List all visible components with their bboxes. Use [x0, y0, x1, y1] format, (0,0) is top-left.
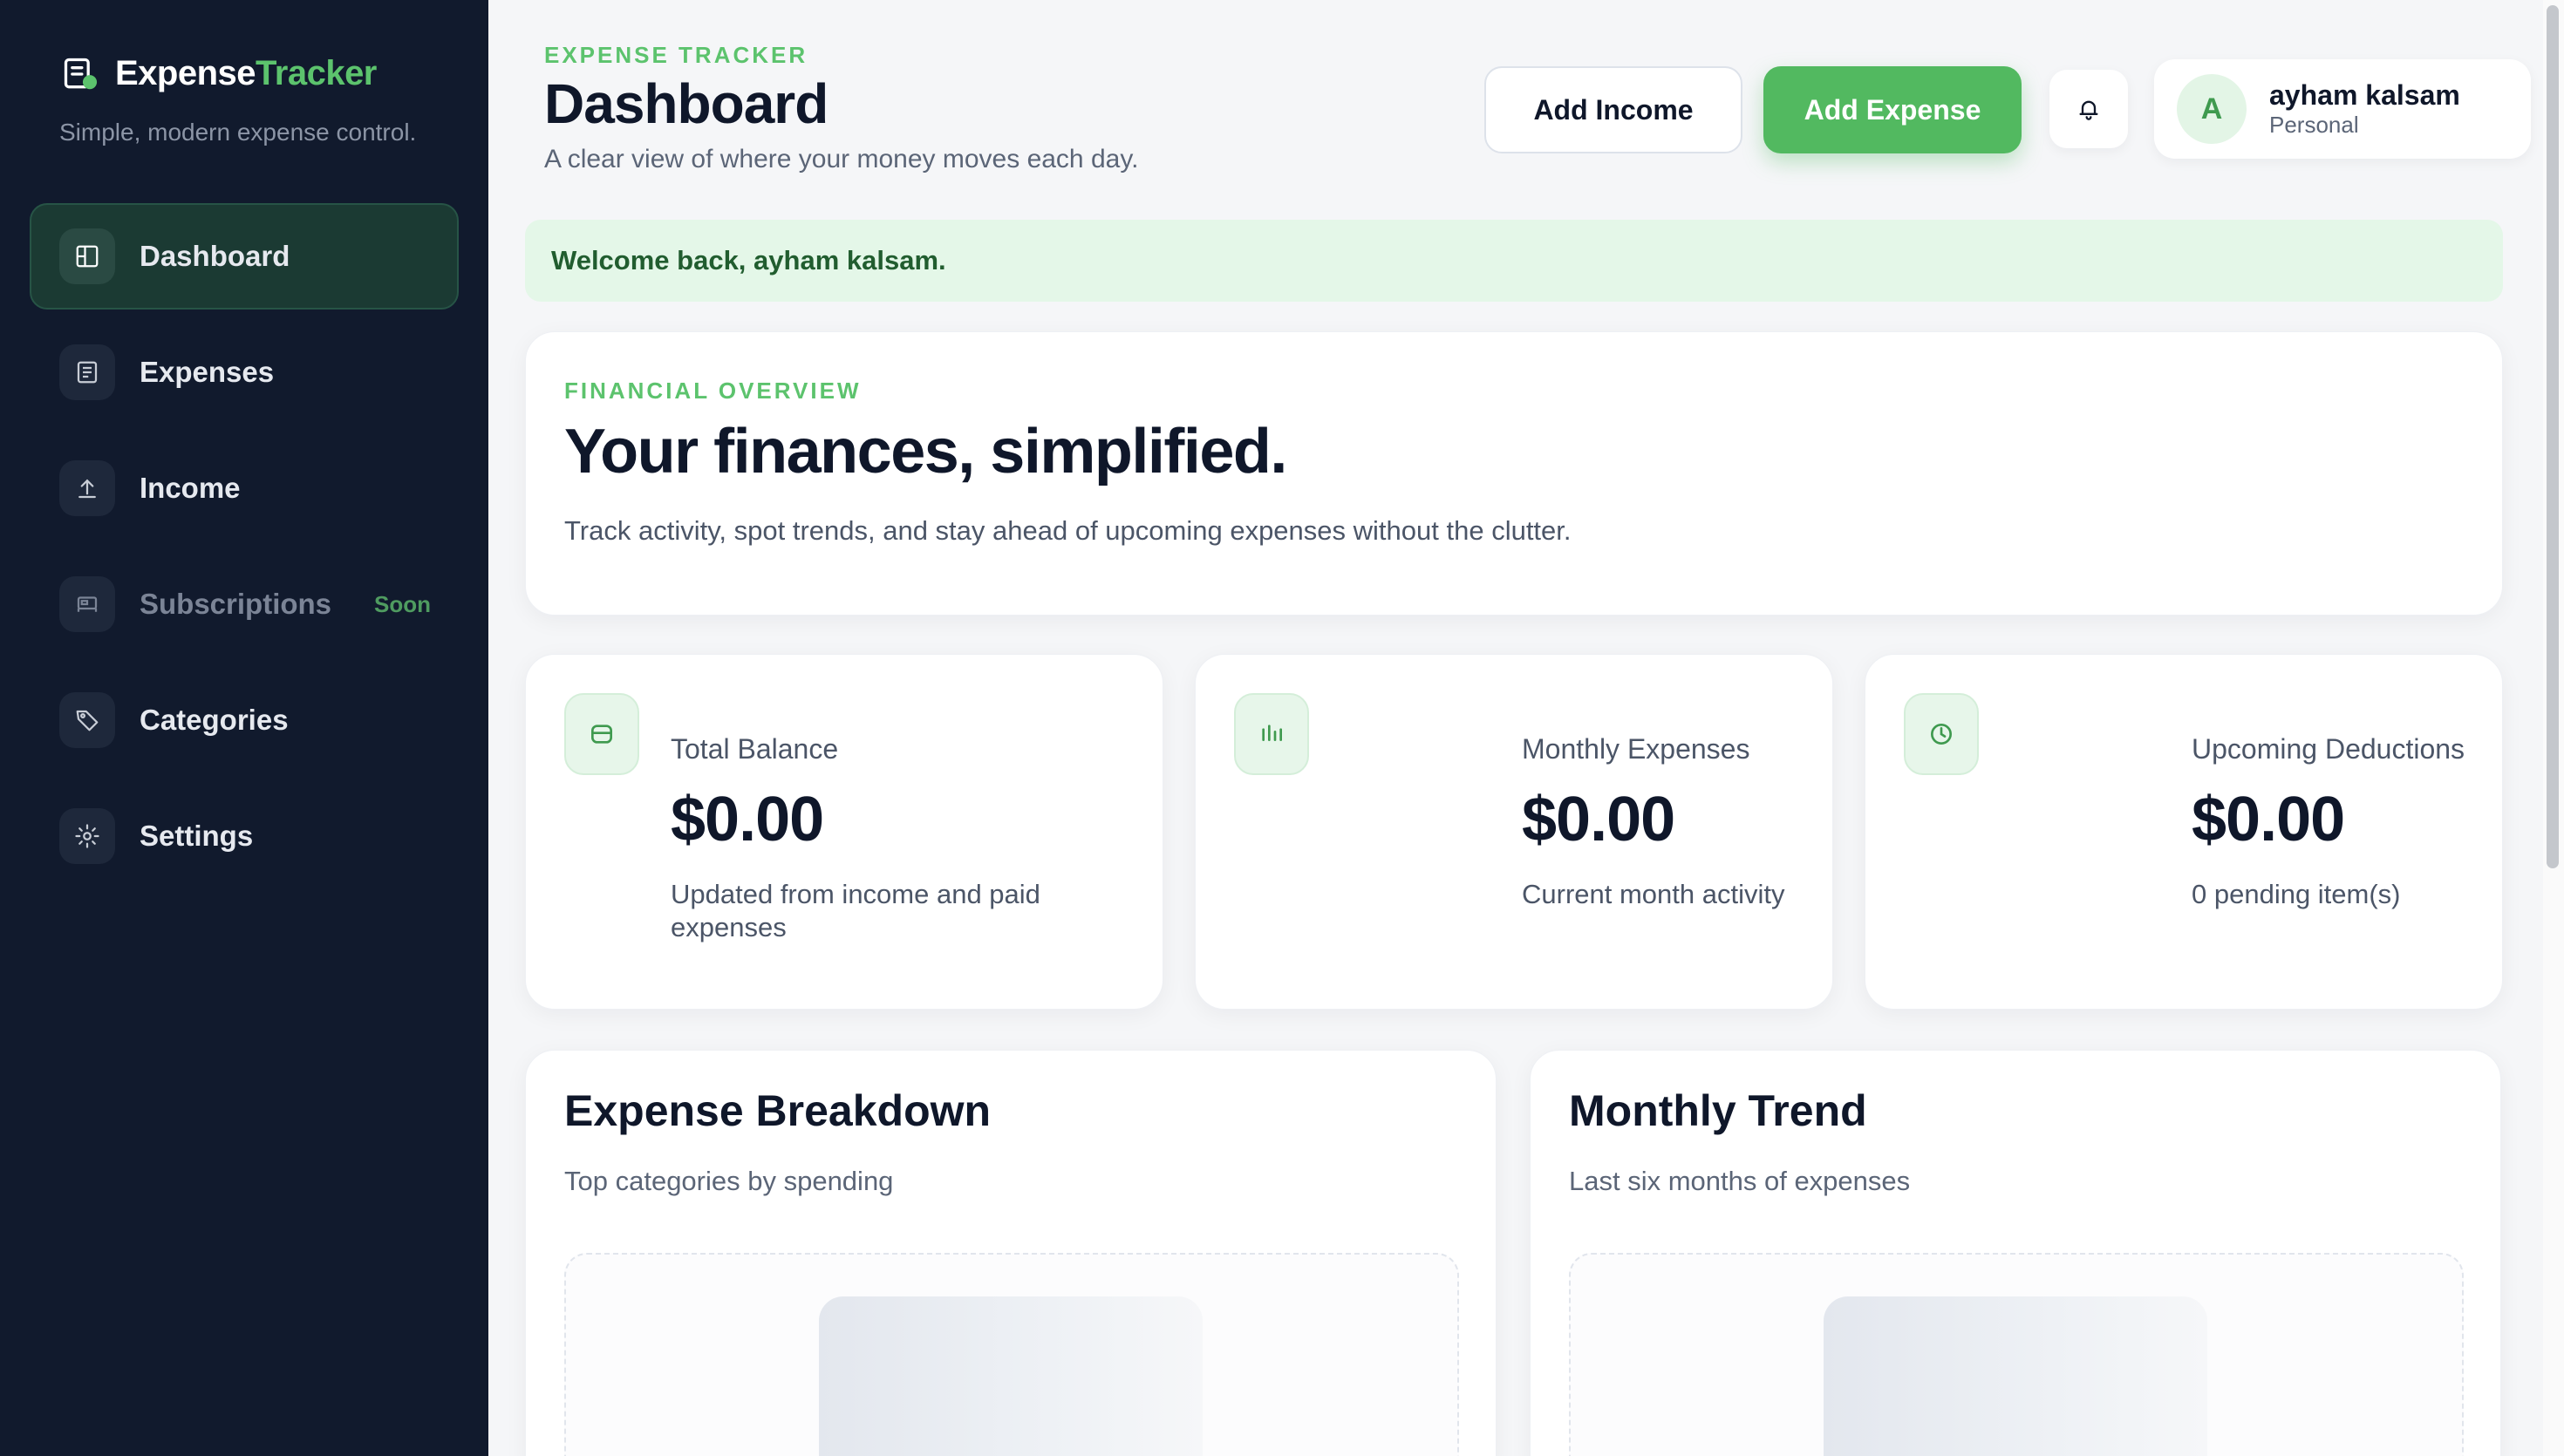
sidebar-item-label: Subscriptions [140, 588, 332, 620]
stat-note: Updated from income and paid expenses [671, 879, 1040, 942]
stat-card-upcoming-deductions: Upcoming Deductions $0.00 0 pending item… [1865, 654, 2503, 1010]
panel-subtitle: Top categories by spending [564, 1166, 894, 1196]
add-income-button[interactable]: Add Income [1484, 66, 1742, 153]
user-profile-menu[interactable]: A ayham kalsam Personal [2154, 59, 2531, 159]
overview-text: Track activity, spot trends, and stay ah… [564, 515, 1572, 546]
sidebar-item-income[interactable]: Income [30, 435, 459, 541]
chart-placeholder [564, 1253, 1459, 1456]
stat-note: Current month activity [1522, 879, 1785, 909]
sidebar-nav: Dashboard Expenses Income Subscriptions … [30, 203, 459, 899]
sidebar-item-categories[interactable]: Categories [30, 667, 459, 773]
monthly-trend-card: Monthly Trend Last six months of expense… [1530, 1050, 2501, 1456]
brand-name: ExpenseTracker [115, 54, 377, 92]
scrollbar-thumb[interactable] [2547, 5, 2559, 868]
sidebar: ExpenseTracker Simple, modern expense co… [0, 0, 488, 1456]
main-content: EXPENSE TRACKER Dashboard A clear view o… [488, 0, 2540, 1456]
overview-headline: Your finances, simplified. [564, 417, 1287, 486]
receipt-logo-icon [64, 58, 98, 89]
add-expense-button[interactable]: Add Expense [1763, 66, 2022, 153]
sidebar-item-expenses[interactable]: Expenses [30, 319, 459, 425]
panel-title: Monthly Trend [1569, 1086, 1867, 1135]
sidebar-item-label: Categories [140, 704, 289, 736]
user-role: Personal [2269, 112, 2359, 138]
stat-label: Total Balance [671, 733, 839, 765]
stat-label: Upcoming Deductions [2192, 733, 2465, 765]
loading-skeleton [819, 1296, 1203, 1456]
sidebar-item-settings[interactable]: Settings [30, 783, 459, 889]
loading-skeleton [1824, 1296, 2207, 1456]
sidebar-item-dashboard[interactable]: Dashboard [30, 203, 459, 310]
stat-value: $0.00 [2192, 785, 2345, 854]
bell-icon [2079, 100, 2098, 120]
bar-chart-icon [1234, 693, 1309, 775]
welcome-banner: Welcome back, ayham kalsam. [525, 220, 2503, 302]
sidebar-item-label: Expenses [140, 356, 275, 388]
overview-eyebrow: FINANCIAL OVERVIEW [564, 378, 862, 404]
stat-label: Monthly Expenses [1522, 733, 1750, 765]
sidebar-item-subscriptions[interactable]: Subscriptions Soon [30, 551, 459, 657]
brand-tagline: Simple, modern expense control. [59, 119, 417, 146]
sidebar-item-label: Settings [140, 820, 254, 852]
wallet-icon [564, 693, 639, 775]
panel-subtitle: Last six months of expenses [1569, 1166, 1911, 1196]
panel-title: Expense Breakdown [564, 1086, 992, 1135]
expense-breakdown-card: Expense Breakdown Top categories by spen… [525, 1050, 1497, 1456]
page-scrollbar[interactable] [2543, 0, 2564, 1456]
header-eyebrow: EXPENSE TRACKER [544, 42, 808, 68]
sidebar-item-label: Dashboard [140, 240, 290, 272]
stat-card-total-balance: Total Balance $0.00 Updated from income … [525, 654, 1163, 1010]
brand-logo[interactable]: ExpenseTracker [61, 54, 377, 93]
sidebar-item-label: Income [140, 472, 241, 504]
stat-value: $0.00 [1522, 785, 1675, 854]
financial-overview-card: FINANCIAL OVERVIEW Your finances, simpli… [525, 331, 2503, 616]
receipt-icon [59, 344, 115, 400]
dashboard-icon [59, 228, 115, 284]
page-subtitle: A clear view of where your money moves e… [544, 145, 1139, 173]
avatar: A [2177, 74, 2247, 144]
notifications-button[interactable] [2049, 70, 2128, 148]
stat-card-monthly-expenses: Monthly Expenses $0.00 Current month act… [1195, 654, 1833, 1010]
user-info: ayham kalsam Personal [2269, 79, 2460, 139]
clock-icon [1904, 693, 1979, 775]
user-name: ayham kalsam [2269, 79, 2460, 111]
tag-icon [59, 692, 115, 748]
page-title: Dashboard [544, 72, 829, 135]
stat-value: $0.00 [671, 785, 824, 854]
chart-placeholder [1569, 1253, 2464, 1456]
soon-badge: Soon [374, 590, 431, 617]
gear-icon [59, 808, 115, 864]
stat-note: 0 pending item(s) [2192, 879, 2401, 909]
upload-icon [59, 460, 115, 516]
bed-icon [59, 576, 115, 632]
